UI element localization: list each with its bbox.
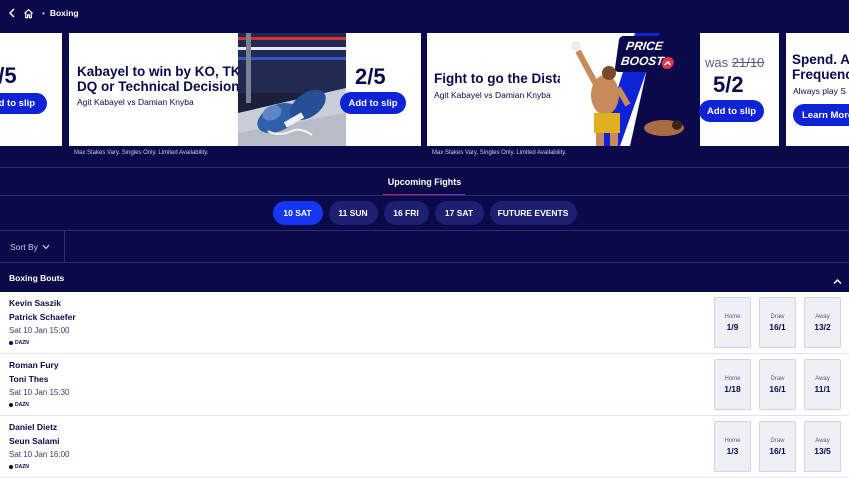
- day-tab-17-sat[interactable]: 17 SAT: [434, 201, 484, 225]
- odds-away-button[interactable]: Away 13/2: [804, 297, 841, 348]
- add-to-slip-button[interactable]: Add to slip: [0, 93, 47, 114]
- tv-dot-icon: [9, 341, 13, 345]
- odds-value: 16/1: [769, 446, 786, 456]
- promo-odds: 5/2: [713, 72, 744, 97]
- divider: [64, 231, 65, 262]
- odds-home-button[interactable]: Home 1/3: [714, 421, 751, 472]
- badge-line-2: BOOST: [620, 54, 665, 68]
- bout-row[interactable]: Roman Fury Toni Thes Sat 10 Jan 15:30 DA…: [0, 354, 849, 416]
- promo-carousel[interactable]: 8/5 Add to slip Kabayel to win by KO, TK…: [0, 33, 849, 159]
- was-odds: 21/10: [731, 55, 765, 70]
- bout-datetime: Sat 10 Jan 16:00: [9, 450, 70, 459]
- odds-value: 1/18: [724, 384, 741, 394]
- tv-badge: DAZN: [9, 340, 29, 346]
- day-tab-future-events[interactable]: FUTURE EVENTS: [489, 201, 577, 225]
- breadcrumb-separator: •: [42, 8, 45, 18]
- odds-label: Draw: [770, 376, 785, 382]
- tv-dot-icon: [9, 465, 13, 469]
- bout-datetime: Sat 10 Jan 15:00: [9, 326, 70, 335]
- promo-card-3[interactable]: Fight to go the Distance Agit Kabayel vs…: [427, 33, 779, 146]
- odds-label: Away: [815, 376, 830, 382]
- boxing-gloves-image: [238, 33, 346, 146]
- fighter-1: Daniel Dietz: [9, 422, 58, 432]
- promo-card-2[interactable]: Kabayel to win by KO, TKO, DQ or Technic…: [69, 33, 421, 146]
- odds-label: Home: [724, 438, 741, 444]
- odds-away-button[interactable]: Away 11/1: [804, 359, 841, 410]
- fighter-2: Toni Thes: [9, 374, 49, 384]
- sort-row: Sort By: [0, 231, 849, 262]
- promo-title-line-2: Frequenc: [792, 67, 849, 82]
- promo-title-line-1: Spend. A: [792, 52, 849, 67]
- fighter-2: Patrick Schaefer: [9, 312, 76, 322]
- promo-fineprint: Max Stakes Vary. Singles Only. Limited A…: [74, 150, 209, 156]
- odds-value: 16/1: [769, 384, 786, 394]
- date-filter: 10 SAT 11 SUN 16 FRI 17 SAT FUTURE EVENT…: [0, 201, 849, 225]
- odds-value: 1/3: [726, 446, 739, 456]
- sort-by-dropdown[interactable]: Sort By: [10, 242, 50, 252]
- tv-badge: DAZN: [9, 402, 29, 408]
- promo-card-4[interactable]: Spend. A Frequenc Always play S Learn Mo…: [786, 33, 849, 146]
- odds-draw-button[interactable]: Draw 16/1: [759, 421, 796, 472]
- day-tab-11-sun[interactable]: 11 SUN: [328, 201, 378, 225]
- odds-value: 16/1: [769, 322, 786, 332]
- learn-more-button[interactable]: Learn More: [793, 104, 849, 126]
- promo-subtitle: Agit Kabayel vs Damian Knyba: [434, 90, 551, 100]
- promo-title: Kabayel to win by KO, TKO, DQ or Technic…: [77, 64, 255, 94]
- day-tab-10-sat[interactable]: 10 SAT: [272, 201, 323, 225]
- odds-label: Home: [724, 376, 741, 382]
- bout-row[interactable]: Daniel Dietz Seun Salami Sat 10 Jan 16:0…: [0, 416, 849, 478]
- promo-subtitle: Always play S: [793, 86, 846, 96]
- divider: [0, 195, 849, 196]
- upcoming-fights-header: Upcoming Fights: [0, 168, 849, 196]
- sort-by-label: Sort By: [10, 242, 38, 252]
- bout-row[interactable]: Kevin Saszik Patrick Schaefer Sat 10 Jan…: [0, 292, 849, 354]
- bouts-list: Kevin Saszik Patrick Schaefer Sat 10 Jan…: [0, 292, 849, 478]
- odds-label: Home: [724, 314, 741, 320]
- odds-value: 13/2: [814, 322, 831, 332]
- boost-arrow-icon: [660, 57, 675, 69]
- tv-badge: DAZN: [9, 464, 29, 470]
- promo-fineprint: Max Stakes Vary. Singles Only. Limited A…: [432, 150, 567, 156]
- odds-draw-button[interactable]: Draw 16/1: [759, 359, 796, 410]
- odds-label: Draw: [770, 438, 785, 444]
- breadcrumb-current: Boxing: [49, 8, 79, 18]
- odds-label: Draw: [770, 314, 785, 320]
- tv-label: DAZN: [15, 402, 29, 408]
- bout-datetime: Sat 10 Jan 15:30: [9, 388, 70, 397]
- add-to-slip-button[interactable]: Add to slip: [340, 92, 406, 114]
- tv-label: DAZN: [15, 340, 29, 346]
- tv-dot-icon: [9, 403, 13, 407]
- promo-odds: 2/5: [355, 64, 386, 89]
- promo-card-1[interactable]: 8/5 Add to slip: [0, 33, 62, 146]
- chevron-down-icon: [42, 242, 50, 252]
- back-chevron-icon[interactable]: [5, 6, 19, 20]
- promo-odds: 8/5: [0, 63, 17, 88]
- badge-line-1: PRICE: [625, 39, 664, 53]
- fighter-1: Roman Fury: [9, 360, 59, 370]
- odds-home-button[interactable]: Home 1/18: [714, 359, 751, 410]
- odds-value: 1/9: [726, 322, 739, 332]
- was-price: was 21/10: [705, 55, 764, 70]
- add-to-slip-button[interactable]: Add to slip: [699, 100, 764, 122]
- top-nav: • Boxing: [0, 0, 849, 26]
- chevron-up-icon[interactable]: [833, 272, 842, 290]
- odds-value: 13/5: [814, 446, 831, 456]
- upcoming-fights-title: Upcoming Fights: [387, 177, 462, 187]
- fighter-2: Seun Salami: [9, 436, 60, 446]
- home-icon[interactable]: [23, 6, 37, 20]
- odds-label: Away: [815, 438, 830, 444]
- was-label: was: [705, 55, 729, 70]
- promo-subtitle: Agit Kabayel vs Damian Knyba: [77, 97, 194, 107]
- price-boost-badge: PRICE BOOST: [614, 36, 684, 72]
- odds-away-button[interactable]: Away 13/5: [804, 421, 841, 472]
- odds-draw-button[interactable]: Draw 16/1: [759, 297, 796, 348]
- boxing-bouts-header[interactable]: Boxing Bouts: [0, 263, 849, 292]
- fighter-1: Kevin Saszik: [9, 298, 61, 308]
- section-title: Boxing Bouts: [9, 273, 65, 283]
- odds-value: 11/1: [814, 384, 831, 394]
- tv-label: DAZN: [15, 464, 29, 470]
- day-tab-16-fri[interactable]: 16 FRI: [383, 201, 429, 225]
- odds-home-button[interactable]: Home 1/9: [714, 297, 751, 348]
- odds-label: Away: [815, 314, 830, 320]
